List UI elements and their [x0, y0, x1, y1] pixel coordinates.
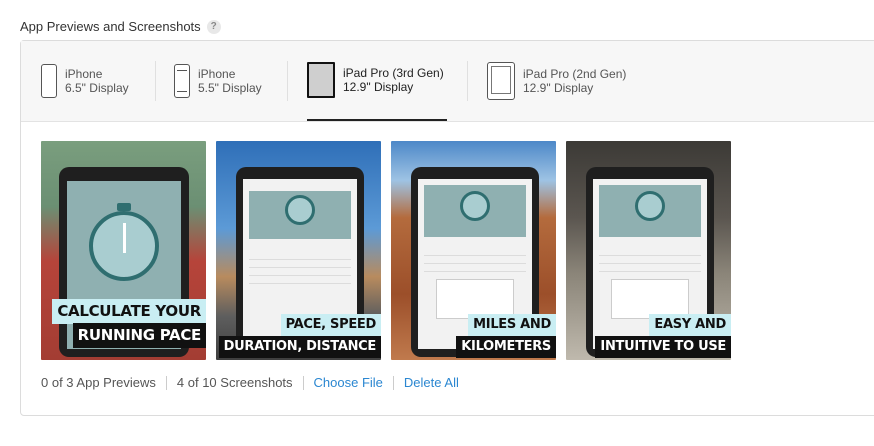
- caption-line-1: MILES AND: [468, 314, 556, 336]
- screenshot-list: CALCULATE YOUR RUNNING PACE PACE, SPEED …: [41, 141, 731, 360]
- screenshot-2[interactable]: PACE, SPEED DURATION, DISTANCE: [216, 141, 381, 360]
- help-icon[interactable]: ?: [206, 19, 221, 34]
- screenshot-1[interactable]: CALCULATE YOUR RUNNING PACE: [41, 141, 206, 360]
- screenshot-footer: 0 of 3 App Previews 4 of 10 Screenshots …: [41, 376, 469, 390]
- caption-line-1: EASY AND: [649, 314, 731, 336]
- iphone-home-button-icon: [174, 64, 190, 98]
- section-header: App Previews and Screenshots ?: [20, 19, 221, 34]
- device-name: iPhone: [198, 67, 236, 81]
- iphone-icon: [41, 64, 57, 98]
- section-title: App Previews and Screenshots: [20, 19, 201, 34]
- divider: [287, 61, 288, 101]
- device-size: 5.5" Display: [198, 81, 262, 95]
- caption-line-2: RUNNING PACE: [72, 323, 206, 348]
- tab-iphone-5-5[interactable]: iPhone 5.5" Display: [174, 41, 262, 121]
- caption-line-2: INTUITIVE TO USE: [595, 336, 731, 358]
- screenshots-panel: iPhone 6.5" Display iPhone 5.5" Display …: [20, 40, 874, 416]
- divider: [155, 61, 156, 101]
- device-size: 6.5" Display: [65, 81, 129, 95]
- caption-line-1: PACE, SPEED: [280, 314, 381, 336]
- screenshot-4[interactable]: EASY AND INTUITIVE TO USE: [566, 141, 731, 360]
- caption-line-2: DURATION, DISTANCE: [218, 336, 381, 358]
- caption-line-1: CALCULATE YOUR: [52, 299, 206, 324]
- device-name: iPad Pro (3rd Gen): [343, 66, 444, 80]
- ipad-pro-icon: [307, 62, 335, 98]
- device-size: 12.9" Display: [343, 80, 414, 94]
- ipad-icon: [487, 62, 515, 100]
- tab-ipad-pro-3rd-gen[interactable]: iPad Pro (3rd Gen) 12.9" Display: [307, 41, 447, 121]
- delete-all-link[interactable]: Delete All: [392, 376, 469, 390]
- divider: [467, 61, 468, 101]
- tab-ipad-pro-2nd-gen[interactable]: iPad Pro (2nd Gen) 12.9" Display: [487, 41, 626, 121]
- screenshots-count: 4 of 10 Screenshots: [165, 376, 303, 390]
- tab-iphone-6-5[interactable]: iPhone 6.5" Display: [41, 41, 129, 121]
- device-name: iPhone: [65, 67, 103, 81]
- screenshot-3[interactable]: MILES AND KILOMETERS: [391, 141, 556, 360]
- stopwatch-icon: [285, 195, 315, 225]
- stopwatch-icon: [635, 191, 665, 221]
- previews-count: 0 of 3 App Previews: [41, 375, 156, 390]
- caption-line-2: KILOMETERS: [456, 336, 556, 358]
- stopwatch-icon: [460, 191, 490, 221]
- device-tabs: iPhone 6.5" Display iPhone 5.5" Display …: [21, 41, 874, 122]
- device-name: iPad Pro (2nd Gen): [523, 67, 627, 81]
- device-size: 12.9" Display: [523, 81, 594, 95]
- choose-file-link[interactable]: Choose File: [302, 376, 393, 390]
